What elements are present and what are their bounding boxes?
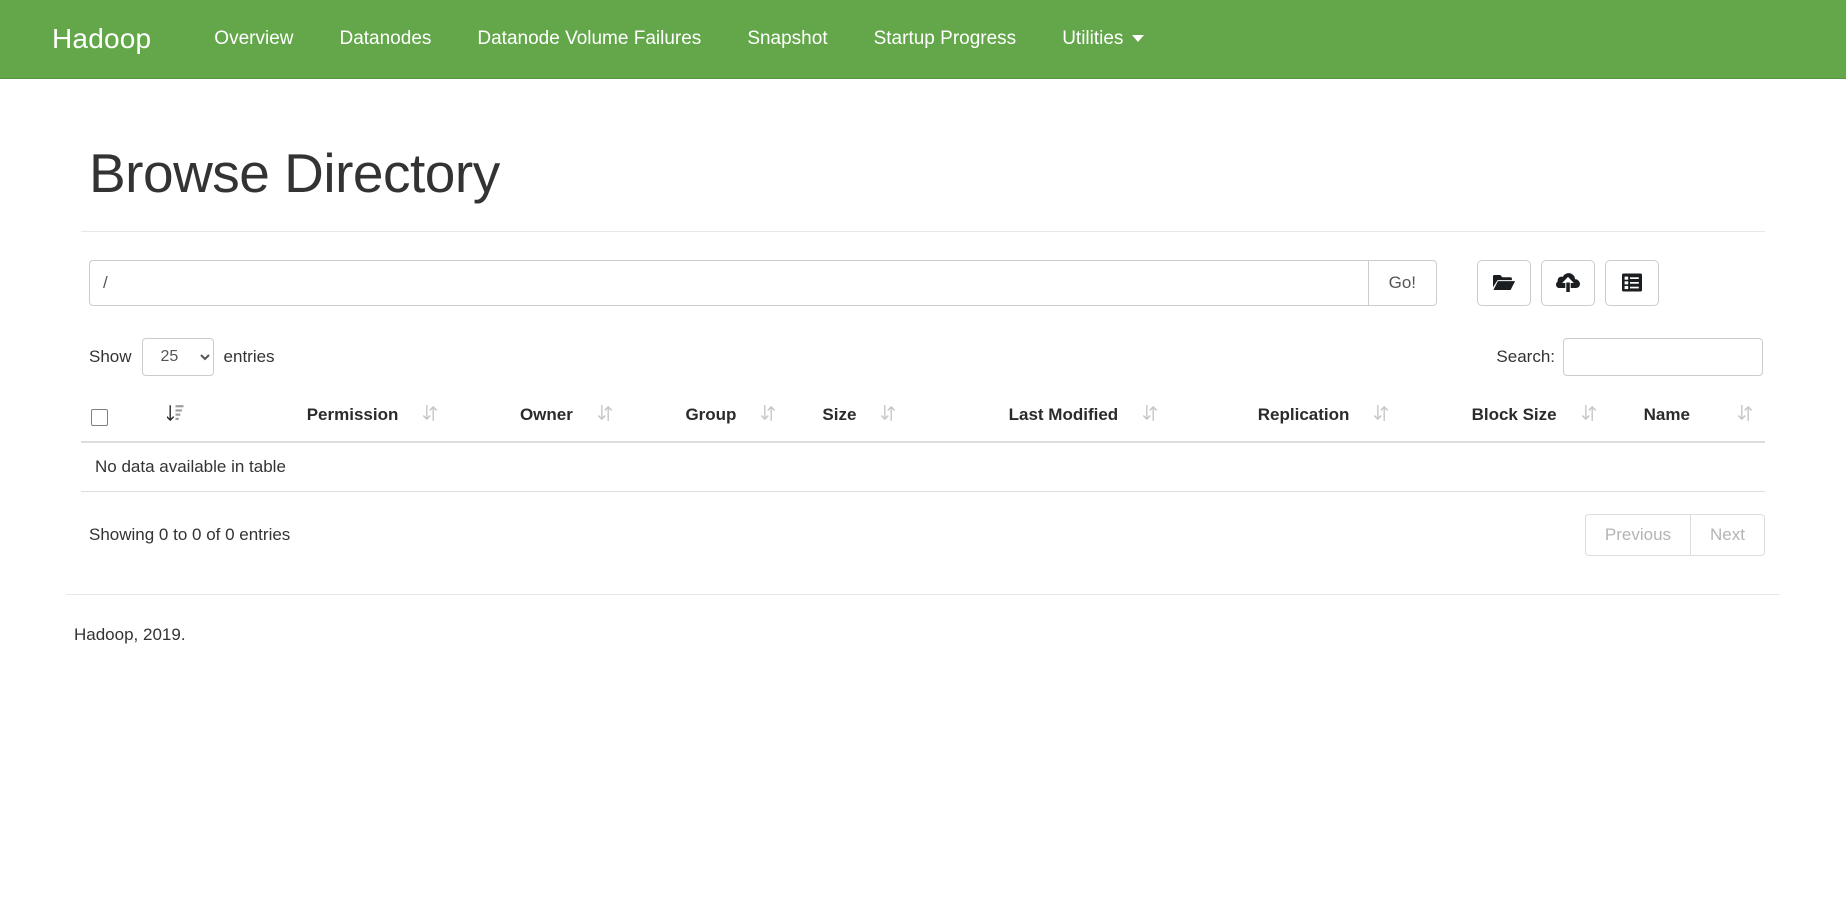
title-divider [81, 230, 1765, 232]
column-group[interactable]: Group [584, 393, 749, 443]
column-block-size[interactable]: Block Size [1361, 393, 1569, 443]
column-size[interactable]: Size [748, 393, 869, 443]
column-size-label: Size [822, 405, 857, 424]
column-owner[interactable]: Owner [410, 393, 585, 443]
nav-link-utilities[interactable]: Utilities [1039, 29, 1167, 48]
list-alt-icon [1621, 272, 1643, 293]
entries-length-control: Show 25 50 100 entries [89, 337, 275, 376]
nav-link-datanode-volume-failures[interactable]: Datanode Volume Failures [454, 29, 724, 48]
table-header-row: Permission Owner Group Size Last Modifie… [81, 393, 1765, 443]
nav-link-startup-progress-label: Startup Progress [873, 28, 1017, 49]
navbar-links: Overview Datanodes Datanode Volume Failu… [191, 29, 1167, 49]
nav-link-datanode-volume-failures-label: Datanode Volume Failures [477, 28, 702, 49]
column-replication[interactable]: Replication [1130, 393, 1362, 443]
pagination-previous-button[interactable]: Previous [1584, 513, 1691, 556]
show-label: Show [89, 346, 132, 366]
brand-logo-hadoop[interactable]: Hadoop [52, 25, 151, 53]
sort-amount-desc-icon [166, 404, 184, 427]
sort-icon [1737, 404, 1753, 427]
column-group-label: Group [685, 405, 737, 424]
nav-item-snapshot: Snapshot [724, 29, 850, 49]
nav-link-snapshot[interactable]: Snapshot [724, 29, 850, 48]
column-name-label: Name [1643, 405, 1690, 424]
nav-link-overview-label: Overview [214, 28, 294, 49]
datatable-footer: Showing 0 to 0 of 0 entries Previous Nex… [81, 513, 1765, 556]
column-permission[interactable]: Permission [155, 393, 411, 443]
table-info-text: Showing 0 to 0 of 0 entries [89, 524, 291, 544]
column-select-all[interactable] [81, 393, 156, 443]
directory-path-input[interactable] [89, 259, 1368, 306]
table-header: Permission Owner Group Size Last Modifie… [81, 393, 1765, 443]
path-input-group: Go! [89, 259, 1437, 306]
nav-link-utilities-label: Utilities [1062, 28, 1124, 49]
page-title: Browse Directory [89, 142, 500, 204]
nav-link-overview[interactable]: Overview [191, 29, 316, 48]
cut-paste-button[interactable] [1605, 259, 1659, 306]
top-navbar: Hadoop Overview Datanodes Datanode Volum… [0, 0, 1846, 79]
upload-files-button[interactable] [1541, 259, 1595, 306]
sort-icon [597, 404, 613, 427]
sort-icon [1142, 404, 1158, 427]
column-last-modified-label: Last Modified [1008, 405, 1119, 424]
nav-link-startup-progress[interactable]: Startup Progress [851, 29, 1040, 48]
search-filter-control: Search: [1496, 337, 1765, 376]
sort-icon [760, 404, 776, 427]
go-button[interactable]: Go! [1367, 259, 1437, 306]
nav-item-datanodes: Datanodes [316, 29, 454, 49]
main-container: Browse Directory Go! [66, 143, 1780, 556]
path-action-buttons [1477, 259, 1659, 306]
table-empty-row: No data available in table [81, 441, 1765, 492]
entries-per-page-select[interactable]: 25 50 100 [141, 337, 214, 376]
create-directory-button[interactable] [1477, 259, 1531, 306]
column-owner-label: Owner [519, 405, 573, 424]
select-all-checkbox[interactable] [91, 408, 108, 426]
datatable-controls: Show 25 50 100 entries Search: [81, 337, 1765, 376]
nav-link-datanodes-label: Datanodes [339, 28, 432, 49]
pagination-next-button[interactable]: Next [1690, 513, 1765, 556]
entries-label: entries [223, 346, 275, 366]
column-block-size-label: Block Size [1471, 405, 1557, 424]
sort-icon [422, 404, 438, 427]
nav-item-utilities: Utilities [1039, 29, 1167, 49]
pagination: Previous Next [1584, 513, 1765, 556]
column-replication-label: Replication [1257, 405, 1350, 424]
nav-link-snapshot-label: Snapshot [747, 28, 828, 49]
table-body: No data available in table [81, 441, 1765, 492]
chevron-down-icon [1132, 35, 1145, 42]
path-bar-row: Go! [81, 259, 1765, 306]
column-permission-label: Permission [306, 405, 399, 424]
nav-item-overview: Overview [191, 29, 316, 49]
sort-icon [1581, 404, 1597, 427]
nav-item-datanode-volume-failures: Datanode Volume Failures [454, 29, 724, 49]
sort-icon [880, 404, 896, 427]
search-label: Search: [1496, 346, 1555, 366]
folder-open-icon [1492, 273, 1516, 293]
footer-text: Hadoop, 2019. [74, 624, 186, 644]
directory-listing-table: Permission Owner Group Size Last Modifie… [81, 393, 1765, 492]
column-name[interactable]: Name [1568, 393, 1765, 443]
table-empty-message: No data available in table [81, 441, 1765, 492]
nav-item-startup-progress: Startup Progress [851, 29, 1040, 49]
cloud-upload-icon [1556, 272, 1580, 293]
page-footer: Hadoop, 2019. [66, 593, 1780, 645]
column-last-modified[interactable]: Last Modified [868, 393, 1131, 443]
search-input[interactable] [1563, 337, 1763, 376]
nav-link-datanodes[interactable]: Datanodes [316, 29, 454, 48]
sort-icon [1373, 404, 1389, 427]
